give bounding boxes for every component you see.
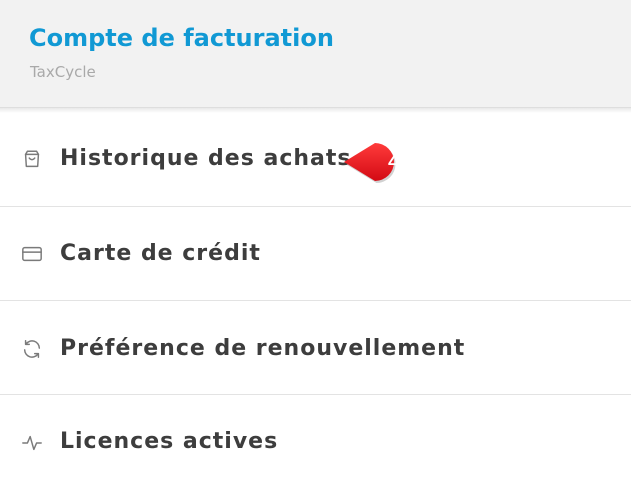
menu-item-label: Préférence de renouvellement [60,336,466,361]
shopping-bag-icon [21,148,43,170]
page-subtitle: TaxCycle [30,63,96,81]
menu-item-label: Licences actives [60,429,279,454]
activity-icon [21,432,43,454]
page-title: Compte de facturation [29,24,334,52]
billing-account-panel: Compte de facturation TaxCycle Historiqu… [0,0,631,483]
menu-item-label: Carte de crédit [60,241,261,266]
menu-item-purchase-history[interactable]: Historique des achats [0,113,631,207]
step-callout: 4 [340,138,430,186]
credit-card-icon [21,243,43,265]
panel-header: Compte de facturation TaxCycle [0,0,631,108]
menu-item-renewal-preference[interactable]: Préférence de renouvellement [0,301,631,395]
callout-number: 4 [387,145,403,175]
menu-item-credit-card[interactable]: Carte de crédit [0,207,631,301]
menu-item-label: Historique des achats [60,146,352,171]
menu-item-active-licenses[interactable]: Licences actives [0,395,631,483]
refresh-icon [21,338,43,360]
